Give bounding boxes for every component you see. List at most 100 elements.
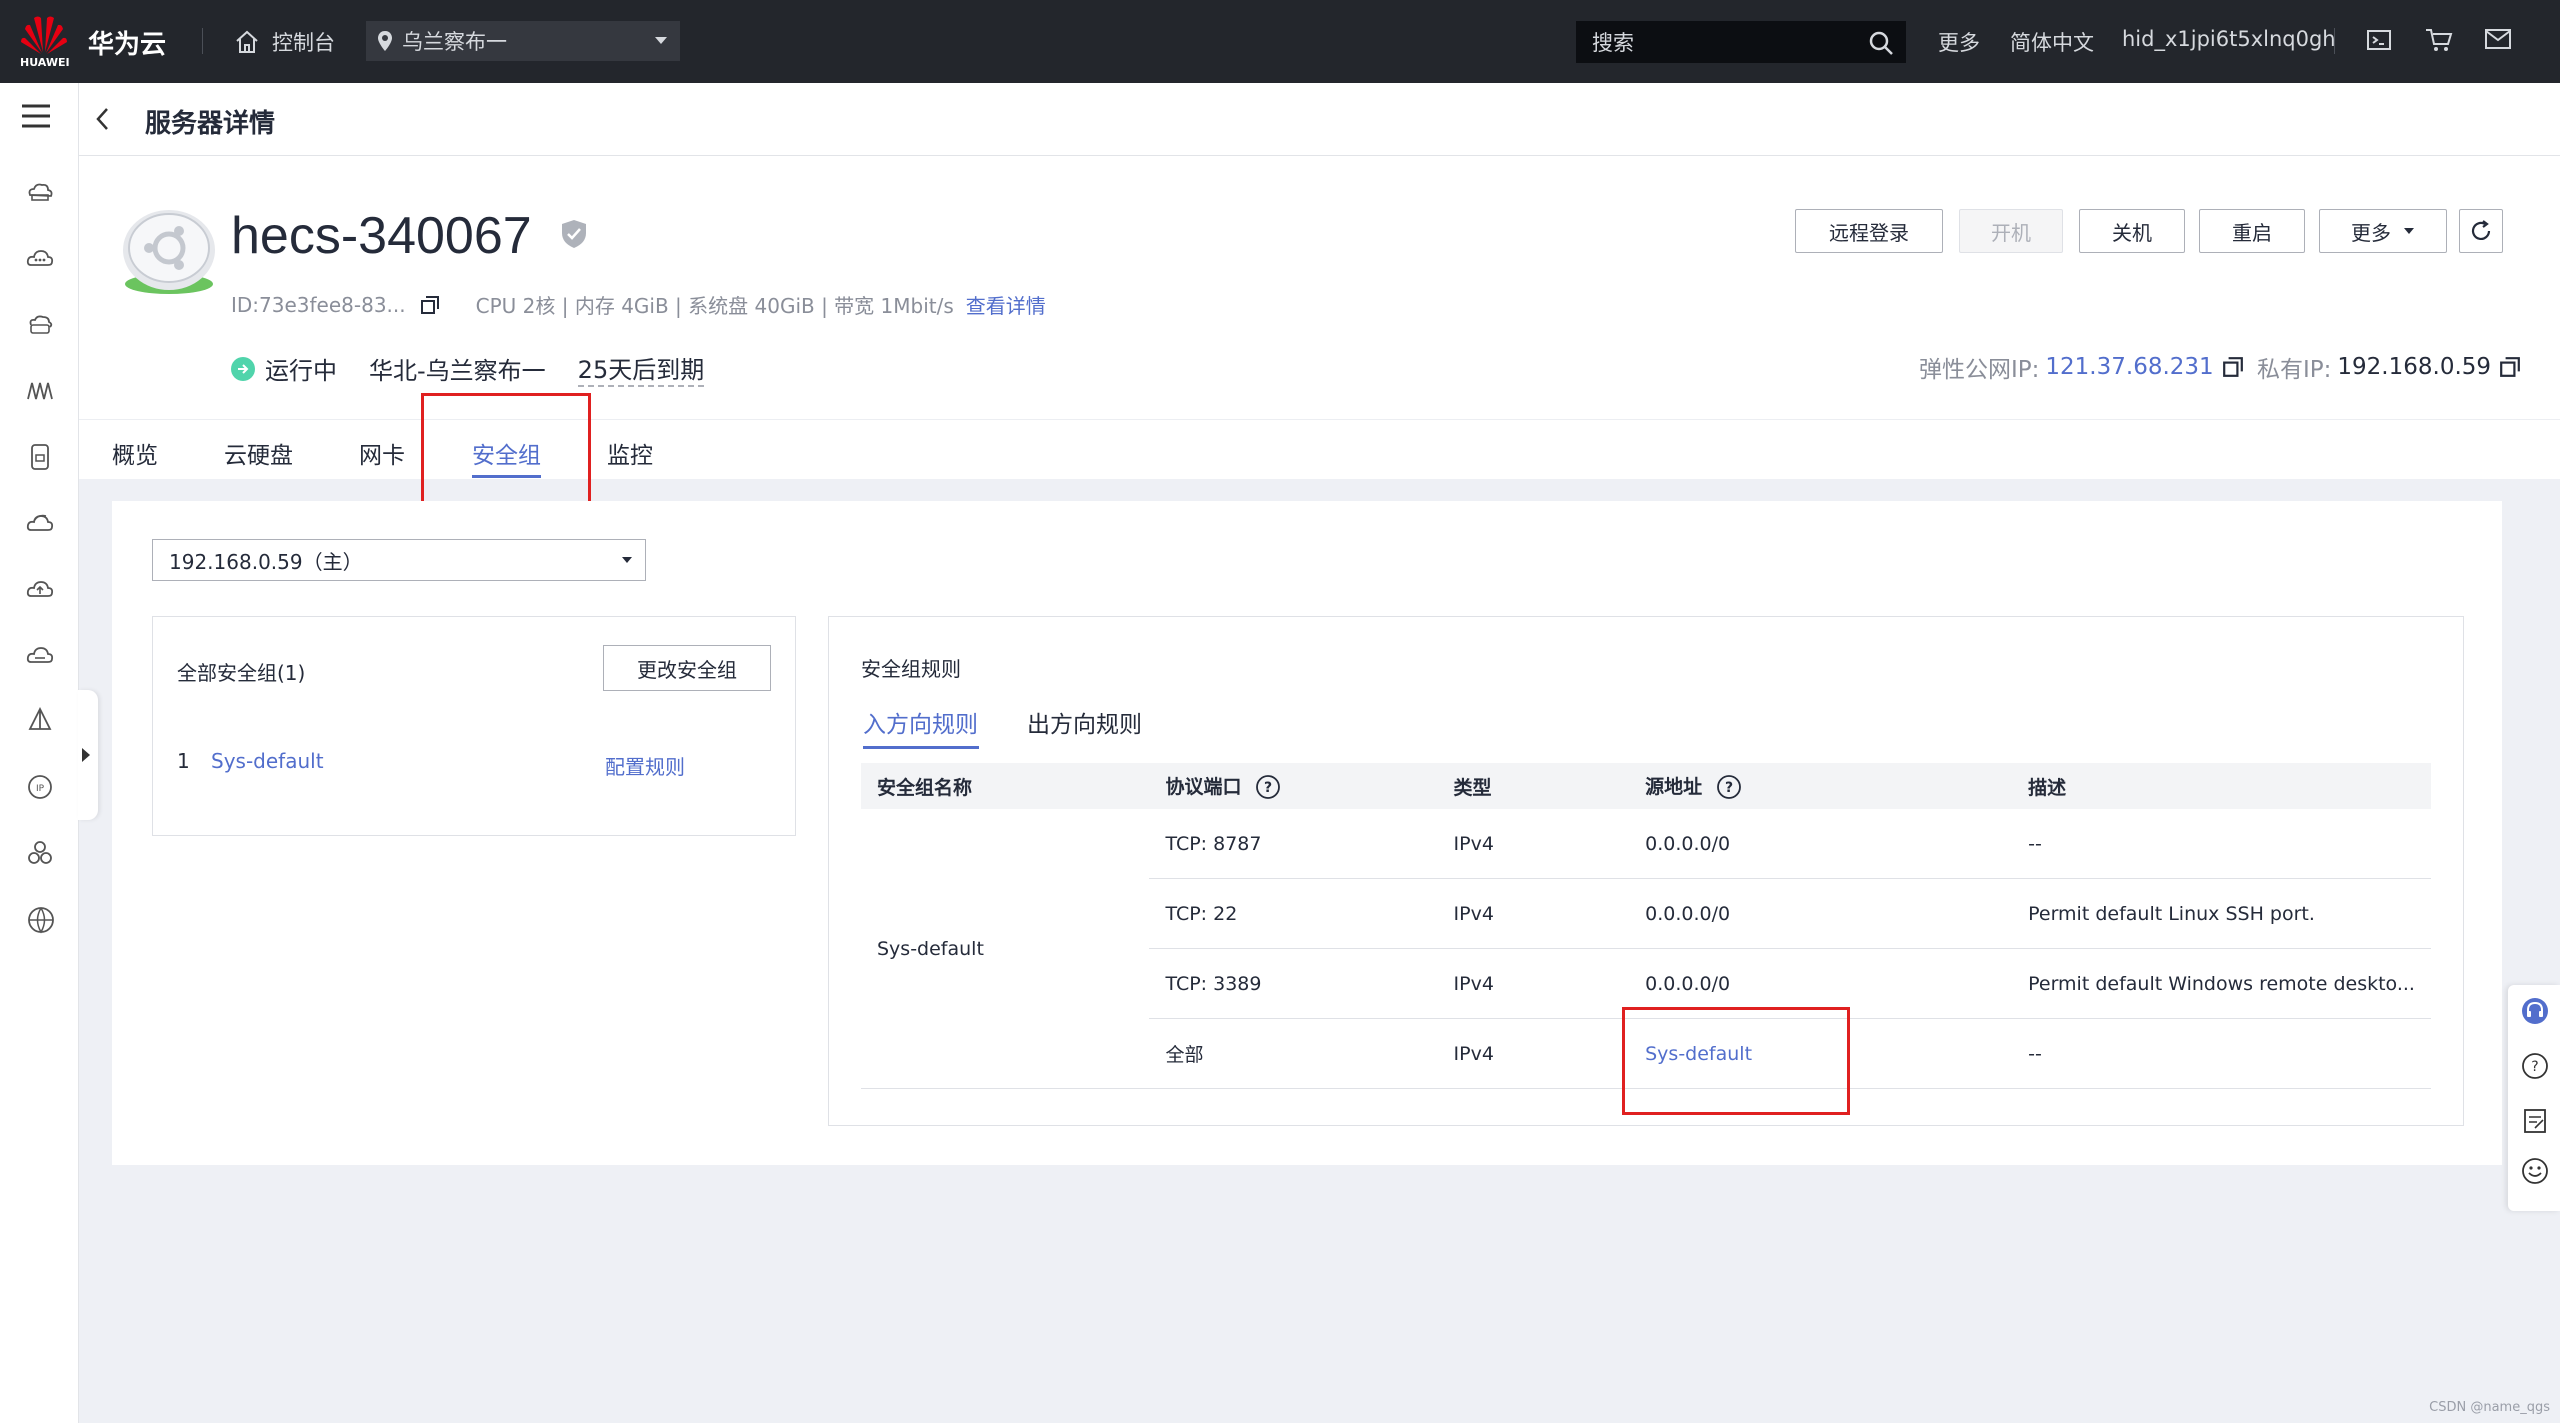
elastic-ip-label: 弹性公网IP: [1919,357,2040,383]
tab-nics[interactable]: 网卡 [359,436,405,470]
remote-login-button[interactable]: 远程登录 [1795,209,1943,253]
search-input[interactable]: 搜索 [1576,21,1906,63]
elastic-ip-value[interactable]: 121.37.68.231 [2045,354,2213,380]
brand-name[interactable]: 华为云 [88,24,166,61]
private-ip-line: 私有IP: 192.168.0.59 [2257,350,2521,384]
nic-select[interactable]: 192.168.0.59（主） [152,539,646,581]
port-cell: TCP: 3389 [1149,948,1438,1019]
list-item-index: 1 [177,749,190,773]
description-cell: Permit default Windows remote deskto... [2012,948,2431,1019]
copy-icon[interactable] [420,295,440,315]
ecs-service-icon[interactable] [26,181,54,205]
table-header-row: 安全组名称 协议端口? 类型 源地址? 描述 [861,763,2431,809]
instance-spec: CPU 2核 | 内存 4GiB | 系统盘 40GiB | 带宽 1Mbit/… [475,294,954,318]
column-header: 描述 [2012,763,2431,809]
tab-overview[interactable]: 概览 [112,436,158,470]
restart-button[interactable]: 重启 [2199,209,2305,253]
copy-icon[interactable] [2222,356,2244,378]
refresh-icon [2471,220,2491,240]
divider [2334,28,2335,54]
port-cell: TCP: 8787 [1149,809,1438,879]
instance-name: hecs-340067 [231,207,532,265]
region-label: 乌兰察布一 [402,30,507,54]
highlight-box [1622,1007,1850,1115]
tab-monitoring[interactable]: 监控 [607,436,653,470]
change-security-group-button[interactable]: 更改安全组 [603,645,771,691]
console-link[interactable]: 控制台 [234,22,335,62]
search-icon[interactable] [1868,30,1894,56]
active-rule-tab-indicator [863,746,979,749]
customer-service-icon[interactable] [2521,997,2549,1025]
ip-service-icon[interactable]: IP [26,773,54,801]
smiley-icon[interactable] [2521,1157,2549,1185]
type-cell: IPv4 [1437,878,1630,949]
column-header-label: 协议端口 [1165,775,1242,798]
network-service-icon[interactable] [26,643,54,667]
cloud-service-icon[interactable] [26,247,54,271]
menu-icon[interactable] [20,103,52,129]
page-header: 服务器详情 [79,83,2560,156]
home-icon [236,30,258,53]
column-header: 源地址? [1629,763,2013,809]
more-menu[interactable]: 更多 [1938,27,1980,57]
instance-region: 华北-乌兰察布一 [369,357,546,385]
upload-service-icon[interactable] [26,577,54,601]
group-name-cell: Sys-default [861,809,1150,1089]
tab-outbound-rules[interactable]: 出方向规则 [1027,705,1142,739]
deploy-service-icon[interactable] [26,707,54,735]
configure-rules-link[interactable]: 配置规则 [605,751,685,780]
chevron-down-icon [2404,228,2414,234]
region-selector[interactable]: 乌兰察布一 [366,21,680,61]
cdn-service-icon[interactable] [26,511,54,535]
huawei-logo-icon [21,16,67,54]
more-actions-dropdown[interactable]: 更多 [2319,209,2447,253]
mail-icon[interactable] [2484,27,2512,51]
tab-disks[interactable]: 云硬盘 [224,436,293,470]
security-shield-icon [562,220,586,248]
expiry-text[interactable]: 25天后到期 [577,350,705,387]
user-menu[interactable]: hid_x1jpi6t5xlnq0gh [2122,27,2336,51]
terminal-icon[interactable] [2366,27,2392,53]
feedback-icon[interactable] [2521,1107,2549,1135]
cluster-service-icon[interactable] [26,839,54,867]
column-header: 类型 [1437,763,1630,809]
cart-icon[interactable] [2425,27,2453,53]
security-group-count: 全部安全组(1) [177,661,306,685]
start-button[interactable]: 开机 [1959,209,2063,253]
device-service-icon[interactable] [26,443,54,471]
help-icon[interactable]: ? [1255,774,1281,800]
tab-inbound-rules[interactable]: 入方向规则 [863,705,978,739]
sidebar-expand-toggle[interactable] [78,690,98,820]
divider [202,28,203,54]
help-icon[interactable]: ? [1716,774,1742,800]
security-group-link[interactable]: Sys-default [211,749,324,773]
refresh-button[interactable] [2459,209,2503,253]
help-icon[interactable]: ? [2521,1052,2549,1080]
logo-text: HUAWEI [20,56,70,69]
security-group-list-panel: 全部安全组(1) 更改安全组 1 Sys-default 配置规则 [152,616,796,836]
expand-arrow-icon [82,748,90,762]
web-service-icon[interactable] [26,905,56,935]
column-header-label: 源地址 [1645,775,1703,798]
language-menu[interactable]: 简体中文 [2010,27,2094,57]
source-cell: 0.0.0.0/0 [1629,809,2013,879]
type-cell: IPv4 [1437,1018,1630,1089]
svg-text:?: ? [1725,780,1733,796]
floating-help-toolbar: ? [2508,985,2560,1211]
svg-text:?: ? [2531,1059,2538,1075]
search-placeholder: 搜索 [1592,31,1634,55]
description-cell: Permit default Linux SSH port. [2012,878,2431,949]
view-details-link[interactable]: 查看详情 [966,290,1046,319]
os-image-icon [123,210,215,294]
analytics-service-icon[interactable] [26,379,54,403]
huawei-logo[interactable]: HUAWEI [20,12,70,72]
stop-button[interactable]: 关机 [2079,209,2185,253]
port-cell: TCP: 22 [1149,878,1438,949]
back-arrow-icon[interactable] [95,107,111,131]
storage-service-icon[interactable] [26,313,54,337]
source-cell: 0.0.0.0/0 [1629,878,2013,949]
chevron-down-icon [622,557,632,563]
status-text: 运行中 [265,357,337,385]
copy-icon[interactable] [2499,356,2521,378]
top-navigation-bar: HUAWEI 华为云 控制台 乌兰察布一 搜索 更多 简体中文 hid_x1jp… [0,0,2560,83]
